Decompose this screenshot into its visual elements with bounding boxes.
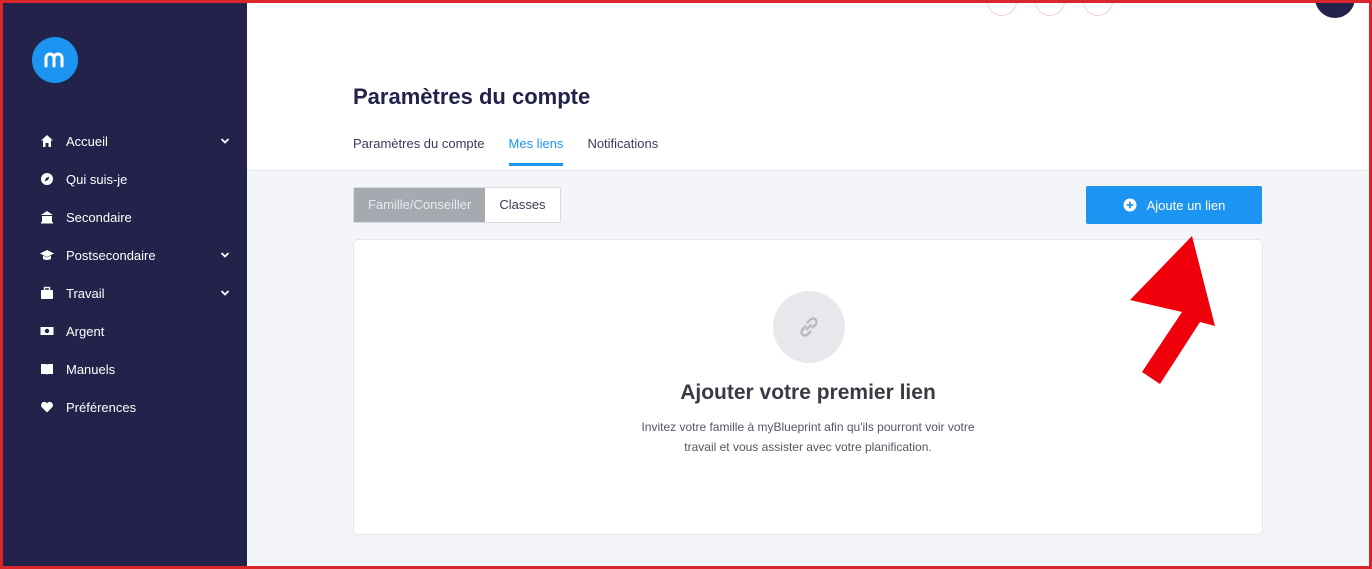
toolbar-button[interactable] [1083, 0, 1113, 16]
home-icon [40, 134, 54, 148]
link-icon [773, 291, 845, 363]
empty-state-description: Invitez votre famille à myBlueprint afin… [641, 420, 975, 454]
sidebar-item-preferences[interactable]: Préférences [0, 388, 247, 426]
sidebar-item-label: Secondaire [66, 209, 132, 225]
sidebar-item-postsecondaire[interactable]: Postsecondaire [0, 236, 247, 274]
heart-icon [40, 400, 54, 414]
page-header: Paramètres du compte Paramètres du compt… [247, 0, 1372, 171]
sidebar-item-label: Manuels [66, 361, 116, 377]
logo-icon [44, 52, 64, 68]
page-title: Paramètres du compte [353, 84, 591, 109]
tab-parametres-du-compte[interactable]: Paramètres du compte [353, 134, 485, 166]
chevron-down-icon [220, 290, 230, 296]
money-icon [40, 324, 54, 338]
sidebar: Accueil Qui suis-je Secondaire Postsecon… [0, 0, 247, 569]
logo[interactable] [32, 37, 78, 83]
tab-notifications[interactable]: Notifications [587, 134, 658, 166]
compass-icon [40, 172, 54, 186]
top-toolbar [987, 0, 1113, 16]
sidebar-item-label: Qui suis-je [66, 171, 128, 187]
sidebar-item-label: Travail [66, 285, 105, 301]
sidebar-item-qui-suis-je[interactable]: Qui suis-je [0, 160, 247, 198]
link-type-toggle: Famille/Conseiller Classes [353, 187, 561, 223]
tab-bar: Paramètres du compte Mes liens Notificat… [353, 134, 682, 166]
plus-circle-icon [1123, 198, 1137, 212]
graduation-cap-icon [40, 248, 54, 262]
segment-classes[interactable]: Classes [485, 188, 560, 222]
sidebar-item-argent[interactable]: Argent [0, 312, 247, 350]
chevron-down-icon [220, 138, 230, 144]
sidebar-item-travail[interactable]: Travail [0, 274, 247, 312]
segment-famille-conseiller[interactable]: Famille/Conseiller [354, 188, 486, 222]
sidebar-item-label: Postsecondaire [66, 247, 156, 263]
chevron-down-icon [220, 252, 230, 258]
sidebar-item-label: Préférences [66, 399, 137, 415]
sidebar-item-label: Argent [66, 323, 105, 339]
toolbar-button[interactable] [987, 0, 1017, 16]
briefcase-icon [40, 286, 54, 300]
add-link-button[interactable]: Ajoute un lien [1086, 186, 1262, 224]
toolbar-button[interactable] [1035, 0, 1065, 16]
school-icon [40, 210, 54, 224]
annotation-arrow [1130, 236, 1215, 384]
sidebar-item-secondaire[interactable]: Secondaire [0, 198, 247, 236]
sidebar-item-label: Accueil [66, 133, 108, 149]
sidebar-item-manuels[interactable]: Manuels [0, 350, 247, 388]
book-icon [40, 362, 54, 376]
sidebar-nav: Accueil Qui suis-je Secondaire Postsecon… [0, 122, 247, 426]
sidebar-item-accueil[interactable]: Accueil [0, 122, 247, 160]
add-link-label: Ajoute un lien [1146, 197, 1226, 213]
tab-mes-liens[interactable]: Mes liens [508, 134, 564, 166]
avatar[interactable] [1315, 0, 1355, 18]
